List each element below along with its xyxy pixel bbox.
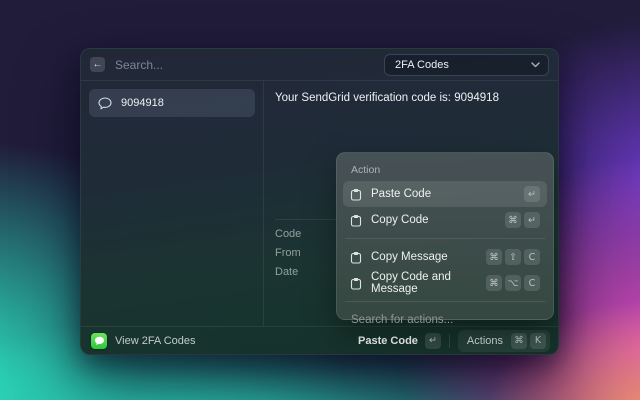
c-keycap: C [524, 249, 540, 265]
back-arrow-icon: ← [92, 58, 103, 70]
return-keycap: ↵ [524, 212, 540, 228]
c-keycap: C [524, 275, 540, 291]
action-item-paste-code[interactable]: Paste Code ↵ [343, 181, 547, 207]
action-item-label: Copy Code [371, 214, 429, 226]
list-item-label: 9094918 [121, 97, 164, 109]
option-keycap: ⌥ [505, 275, 521, 291]
status-bar: View 2FA Codes Paste Code ↵ Actions ⌘ K [81, 326, 558, 354]
primary-action-button[interactable]: Paste Code [358, 335, 418, 347]
action-item-label: Copy Code and Message [371, 271, 451, 295]
action-panel-divider [345, 301, 545, 302]
action-item-copy-message[interactable]: Copy Message ⌘ ⇧ C [343, 244, 547, 270]
search-input[interactable] [115, 57, 384, 72]
return-keycap: ↵ [424, 332, 441, 349]
message-bubble-icon [98, 96, 112, 110]
actions-menu-button[interactable]: Actions ⌘ K [457, 329, 550, 352]
action-panel-divider [345, 238, 545, 239]
action-item-copy-code-and-message[interactable]: Copy Code and Message ⌘ ⌥ C [343, 270, 547, 296]
action-item-label: Copy Message [371, 251, 448, 263]
action-panel-header: Action [351, 164, 381, 176]
clipboard-icon [350, 251, 362, 264]
clipboard-icon [350, 188, 362, 201]
chevron-down-icon [531, 61, 540, 68]
desktop: { "window": { "search_placeholder": "Sea… [0, 0, 640, 400]
results-list: 9094918 [81, 81, 264, 326]
shortcut-keys: ⌘ ↵ [505, 212, 540, 228]
list-item-code[interactable]: 9094918 [89, 89, 255, 117]
messages-app-icon [91, 332, 107, 349]
top-bar: ← 2FA Codes [81, 49, 558, 81]
clipboard-icon [350, 277, 362, 290]
cmd-keycap: ⌘ [486, 249, 502, 265]
return-keycap: ↵ [524, 186, 540, 202]
action-panel: Action Paste Code ↵ Copy Code ⌘ ↵ Copy M… [336, 152, 554, 328]
dropdown-selected-label: 2FA Codes [395, 58, 449, 71]
action-search-input[interactable] [343, 307, 547, 328]
back-button[interactable]: ← [90, 57, 105, 72]
status-app-label: View 2FA Codes [115, 334, 196, 347]
cmd-keycap: ⌘ [511, 332, 527, 349]
cmd-keycap: ⌘ [505, 212, 521, 228]
message-text: Your SendGrid verification code is: 9094… [275, 92, 499, 104]
k-keycap: K [530, 332, 546, 349]
status-bar-actions: Paste Code ↵ Actions ⌘ K [358, 329, 550, 352]
shortcut-keys: ⌘ ⇧ C [486, 249, 540, 265]
shift-keycap: ⇧ [505, 249, 521, 265]
cmd-keycap: ⌘ [486, 275, 502, 291]
actions-menu-label: Actions [466, 334, 503, 347]
clipboard-icon [350, 214, 362, 227]
status-bar-separator [448, 333, 450, 348]
action-item-label: Paste Code [371, 188, 432, 200]
extension-dropdown[interactable]: 2FA Codes [384, 53, 549, 76]
action-item-copy-code[interactable]: Copy Code ⌘ ↵ [343, 207, 547, 233]
shortcut-keys: ↵ [524, 186, 540, 202]
shortcut-keys: ⌘ ⌥ C [486, 275, 540, 291]
